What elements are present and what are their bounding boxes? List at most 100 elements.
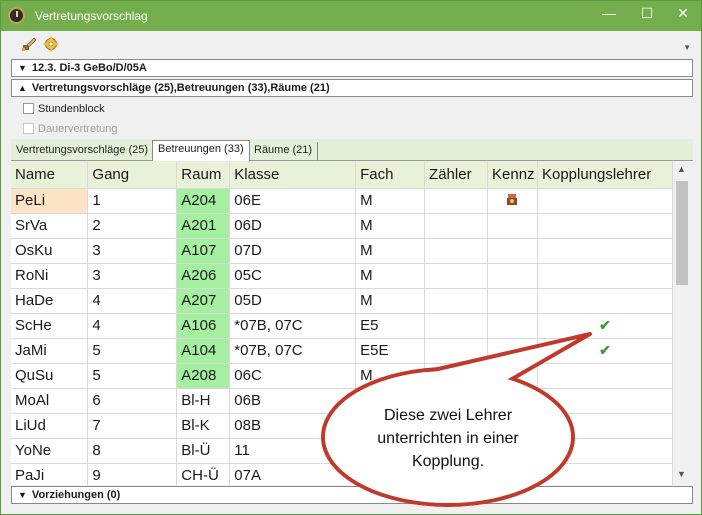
cell-gang[interactable]: 7 xyxy=(87,413,178,439)
close-button[interactable]: ✕ xyxy=(665,1,701,27)
cell-name[interactable]: MoAl xyxy=(11,388,89,414)
expand-arrow-icon[interactable]: ▼ xyxy=(18,490,27,500)
cell-fach[interactable]: E5E xyxy=(355,338,426,364)
cell-raum[interactable]: Bl-Ü xyxy=(176,438,231,464)
cell-gang[interactable]: 2 xyxy=(87,213,178,239)
cell-zaehler[interactable] xyxy=(424,313,488,339)
cell-kopplungslehrer[interactable] xyxy=(537,463,673,485)
cell-raum[interactable]: A204 xyxy=(176,188,231,214)
cell-gang[interactable]: 5 xyxy=(87,338,178,364)
cell-name[interactable]: YoNe xyxy=(11,438,89,464)
table-row[interactable]: HaDe 4 A207 05D M xyxy=(11,288,673,314)
maximize-button[interactable]: ☐ xyxy=(629,1,665,27)
cell-name[interactable]: HaDe xyxy=(11,288,89,314)
cell-klasse[interactable]: 07A xyxy=(229,463,357,485)
cell-fach[interactable]: M xyxy=(355,188,426,214)
column-header-zaehler[interactable]: Zähler xyxy=(424,161,488,189)
cell-zaehler[interactable] xyxy=(424,263,488,289)
cell-klasse[interactable]: 08B xyxy=(229,413,357,439)
cell-kopplungslehrer[interactable] xyxy=(537,238,673,264)
cell-fach[interactable]: M xyxy=(355,263,426,289)
cell-kennz[interactable] xyxy=(487,363,538,389)
cell-raum[interactable]: A104 xyxy=(176,338,231,364)
cell-kopplungslehrer[interactable] xyxy=(537,188,673,214)
tab-vertretungsvorschlaege[interactable]: Vertretungsvorschläge (25) xyxy=(11,142,155,161)
cell-name[interactable]: LiUd xyxy=(11,413,89,439)
cell-klasse[interactable]: 11 xyxy=(229,438,357,464)
expand-arrow-icon[interactable]: ▼ xyxy=(18,63,27,73)
table-row[interactable]: PaJi 9 CH-Ü 07A xyxy=(11,463,673,485)
minimize-button[interactable]: — xyxy=(591,1,627,27)
column-header-name[interactable]: Name xyxy=(11,161,89,189)
cell-raum[interactable]: A107 xyxy=(176,238,231,264)
cell-zaehler[interactable] xyxy=(424,188,488,214)
scroll-down-icon[interactable]: ▼ xyxy=(677,469,686,479)
table-row[interactable]: MoAl 6 Bl-H 06B xyxy=(11,388,673,414)
paint-brush-icon[interactable] xyxy=(21,36,37,52)
column-header-raum[interactable]: Raum xyxy=(176,161,231,189)
cell-gang[interactable]: 3 xyxy=(87,238,178,264)
cell-raum[interactable]: A201 xyxy=(176,213,231,239)
column-header-fach[interactable]: Fach xyxy=(355,161,426,189)
cell-klasse[interactable]: 06C xyxy=(229,363,357,389)
cell-kopplungslehrer[interactable] xyxy=(537,288,673,314)
cell-klasse[interactable]: *07B, 07C xyxy=(229,313,357,339)
cell-kennz[interactable] xyxy=(487,238,538,264)
table-row[interactable]: JaMi 5 A104 *07B, 07C E5E ✔ xyxy=(11,338,673,364)
cell-gang[interactable]: 3 xyxy=(87,263,178,289)
table-row[interactable]: YoNe 8 Bl-Ü 11 xyxy=(11,438,673,464)
collapse-arrow-icon[interactable]: ▲ xyxy=(18,83,27,93)
toolbar-collapse-icon[interactable]: ▼ xyxy=(683,43,691,52)
cell-name[interactable]: OsKu xyxy=(11,238,89,264)
cell-kopplungslehrer[interactable] xyxy=(537,363,673,389)
cell-zaehler[interactable] xyxy=(424,288,488,314)
cell-raum[interactable]: A206 xyxy=(176,263,231,289)
section-advance[interactable]: ▼ Vorziehungen (0) xyxy=(11,486,693,504)
cell-kopplungslehrer[interactable] xyxy=(537,388,673,414)
cell-klasse[interactable]: 06B xyxy=(229,388,357,414)
cell-kopplungslehrer[interactable] xyxy=(537,438,673,464)
table-row[interactable]: RoNi 3 A206 05C M xyxy=(11,263,673,289)
cell-kopplungslehrer[interactable] xyxy=(537,263,673,289)
cell-kennz[interactable] xyxy=(487,188,538,214)
scroll-thumb[interactable] xyxy=(676,181,688,285)
cell-fach[interactable]: M xyxy=(355,213,426,239)
cell-raum[interactable]: A207 xyxy=(176,288,231,314)
cell-klasse[interactable]: 06D xyxy=(229,213,357,239)
section-lesson[interactable]: ▼ 12.3. Di-3 GeBo/D/05A xyxy=(11,59,693,77)
column-header-kennz[interactable]: Kennz xyxy=(487,161,538,189)
scroll-up-icon[interactable]: ▲ xyxy=(677,164,686,174)
tab-raeume[interactable]: Räume (21) xyxy=(249,142,319,161)
section-suggestions[interactable]: ▲ Vertretungsvorschläge (25),Betreuungen … xyxy=(11,79,693,97)
cell-name[interactable]: QuSu xyxy=(11,363,89,389)
cell-raum[interactable]: CH-Ü xyxy=(176,463,231,485)
cell-name[interactable]: ScHe xyxy=(11,313,89,339)
cell-raum[interactable]: A208 xyxy=(176,363,231,389)
cell-gang[interactable]: 4 xyxy=(87,288,178,314)
cell-klasse[interactable]: 06E xyxy=(229,188,357,214)
cell-kopplungslehrer[interactable] xyxy=(537,213,673,239)
cell-kopplungslehrer[interactable]: ✔ xyxy=(537,313,673,339)
cell-zaehler[interactable] xyxy=(424,213,488,239)
cell-gang[interactable]: 9 xyxy=(87,463,178,485)
cell-zaehler[interactable] xyxy=(424,238,488,264)
gear-icon[interactable] xyxy=(43,36,59,52)
cell-raum[interactable]: A106 xyxy=(176,313,231,339)
cell-gang[interactable]: 5 xyxy=(87,363,178,389)
cell-fach[interactable]: M xyxy=(355,288,426,314)
cell-gang[interactable]: 6 xyxy=(87,388,178,414)
cell-kopplungslehrer[interactable]: ✔ xyxy=(537,338,673,364)
column-header-gang[interactable]: Gang xyxy=(87,161,178,189)
cell-klasse[interactable]: 07D xyxy=(229,238,357,264)
cell-fach[interactable]: E5 xyxy=(355,313,426,339)
table-row[interactable]: OsKu 3 A107 07D M xyxy=(11,238,673,264)
cell-zaehler[interactable] xyxy=(424,363,488,389)
table-row[interactable]: SrVa 2 A201 06D M xyxy=(11,213,673,239)
cell-gang[interactable]: 1 xyxy=(87,188,178,214)
cell-gang[interactable]: 4 xyxy=(87,313,178,339)
cell-kennz[interactable] xyxy=(487,288,538,314)
cell-gang[interactable]: 8 xyxy=(87,438,178,464)
table-row[interactable]: LiUd 7 Bl-K 08B xyxy=(11,413,673,439)
table-row[interactable]: ScHe 4 A106 *07B, 07C E5 ✔ xyxy=(11,313,673,339)
cell-name[interactable]: PaJi xyxy=(11,463,89,485)
